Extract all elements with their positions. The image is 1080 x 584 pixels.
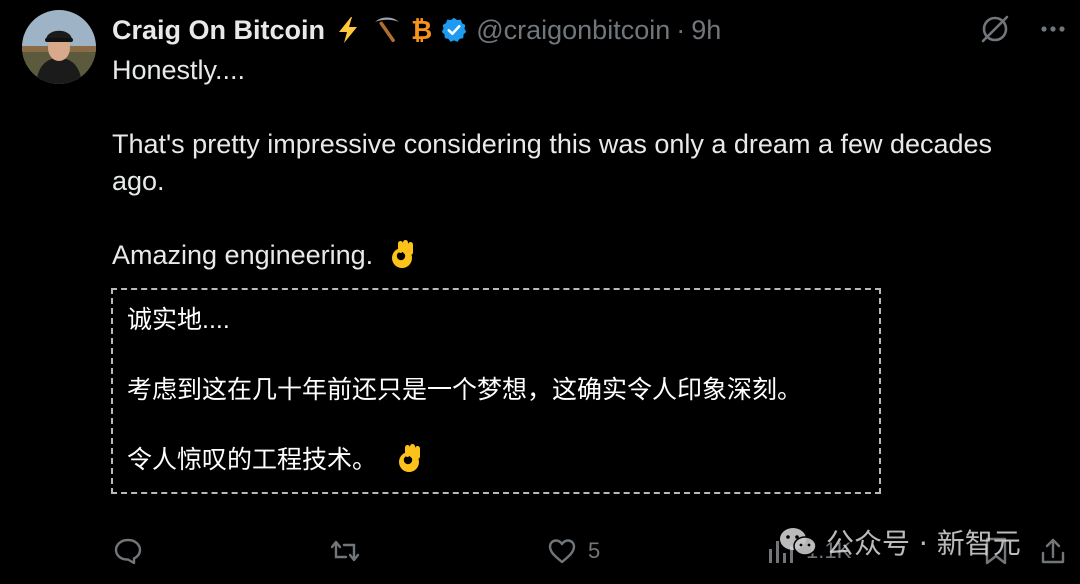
display-name[interactable]: Craig On Bitcoin <box>112 15 325 46</box>
pickaxe-emoji <box>371 14 403 46</box>
translation-line-3: 令人惊叹的工程技术。 <box>127 442 879 484</box>
translation-line-2: 考虑到这在几十年前还只是一个梦想，这确实令人印象深刻。 <box>127 376 803 404</box>
ok-hand-emoji <box>394 442 424 484</box>
ok-hand-emoji <box>387 238 417 280</box>
like-button[interactable]: 5 <box>546 535 600 567</box>
verified-badge-icon[interactable] <box>440 16 468 44</box>
tweet-top-actions <box>978 12 1068 51</box>
more-options-icon[interactable] <box>1038 14 1068 49</box>
translation-line-3-text: 令人惊叹的工程技术。 <box>127 446 378 474</box>
reply-icon <box>114 538 142 565</box>
bitcoin-glyph: ₿ <box>411 14 433 45</box>
translation-line-1: 诚实地.... <box>127 306 230 334</box>
share-button[interactable] <box>1038 535 1068 567</box>
like-icon <box>548 539 576 564</box>
grok-icon[interactable] <box>978 12 1012 51</box>
tweet-line-1: Honestly.... <box>112 55 246 85</box>
tweet-line-3: Amazing engineering. <box>112 237 1052 280</box>
wechat-icon <box>780 528 817 556</box>
retweet-button[interactable] <box>328 535 372 567</box>
separator-dot: · <box>676 14 686 45</box>
tweet-line-3-text: Amazing engineering. <box>112 240 374 270</box>
translation-box: 诚实地.... 考虑到这在几十年前还只是一个梦想，这确实令人印象深刻。 令人惊叹… <box>111 288 881 494</box>
tweet-header: Craig On Bitcoin ₿ @craigonbitcoin · 9h <box>112 10 721 50</box>
like-count: 5 <box>588 538 601 563</box>
share-icon <box>1041 538 1065 564</box>
bitcoin-symbol: ₿ <box>411 15 432 46</box>
reply-button[interactable] <box>112 535 154 567</box>
lightning-emoji <box>333 15 363 45</box>
watermark-text: 公众号 · 新智元 <box>826 527 1021 560</box>
handle[interactable]: @craigonbitcoin <box>476 15 670 46</box>
tweet-line-2: That's pretty impressive considering thi… <box>112 129 993 196</box>
timestamp[interactable]: 9h <box>691 15 721 46</box>
avatar-photo <box>22 10 96 84</box>
retweet-icon <box>330 540 360 562</box>
tweet-text: Honestly.... That's pretty impressive co… <box>112 52 1052 280</box>
watermark: 公众号 · 新智元 <box>778 522 1021 562</box>
avatar[interactable] <box>22 10 96 84</box>
